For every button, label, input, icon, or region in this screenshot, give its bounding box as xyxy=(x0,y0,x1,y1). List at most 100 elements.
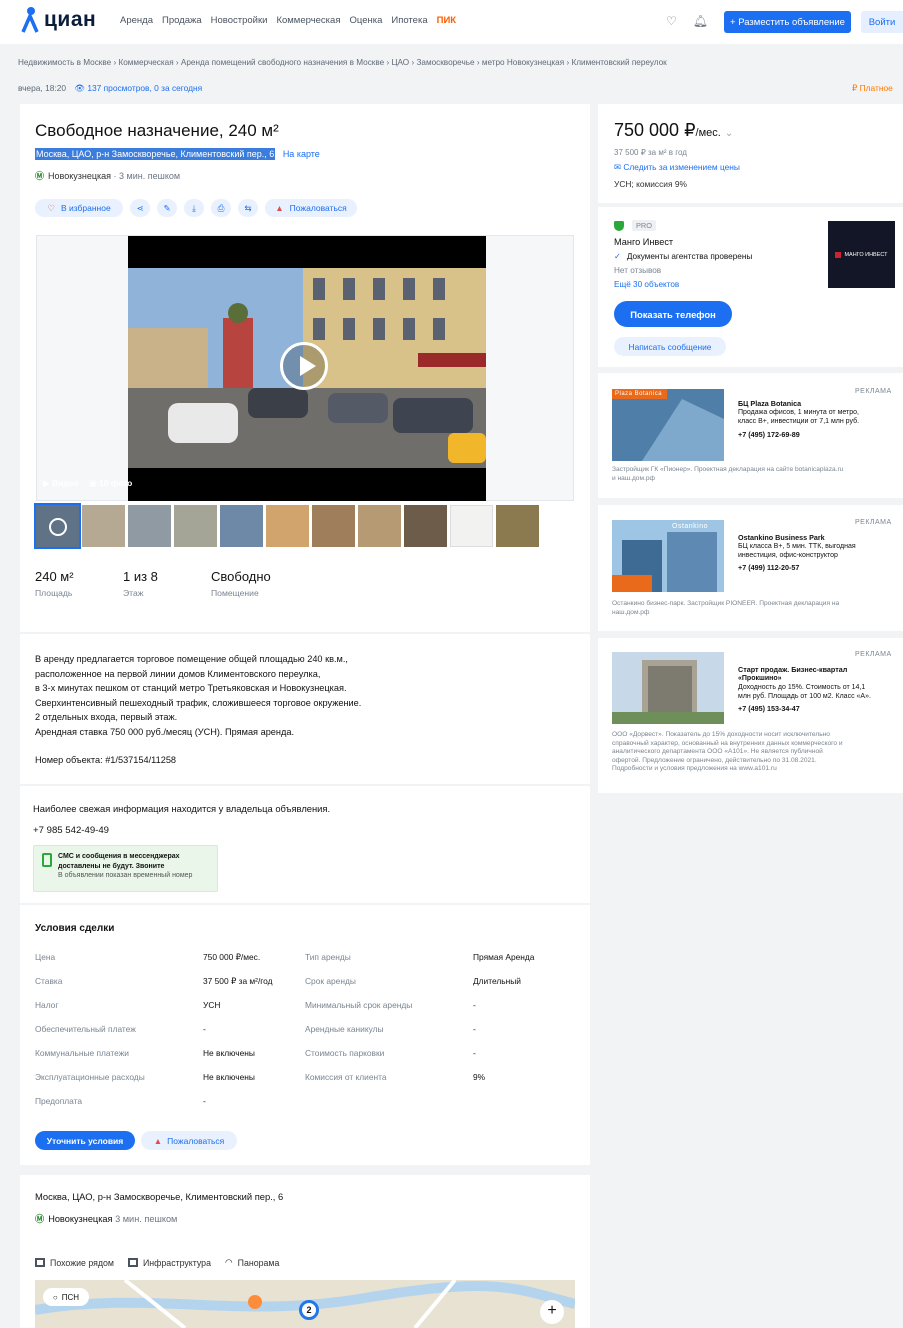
zoom-in-button[interactable]: + xyxy=(540,1300,564,1324)
ad-phone[interactable]: +7 (495) 153-34-47 xyxy=(738,704,800,713)
nav-pik[interactable]: ПИК xyxy=(437,15,456,26)
deal-value: 37 500 ₽ за м²/год xyxy=(203,976,273,986)
edit-note-button[interactable]: ✎ xyxy=(157,199,177,217)
description-line: 2 отдельных входа, первый этаж. xyxy=(35,712,178,723)
contact-phone[interactable]: +7 985 542-49-49 xyxy=(33,825,109,836)
description-line: расположенное на первой линии домов Клим… xyxy=(35,668,321,679)
deal-label: Ставка xyxy=(35,976,63,986)
map-cluster-pin[interactable]: 2 xyxy=(299,1300,319,1320)
pro-badge-row: PRO xyxy=(614,220,657,231)
thumbnail[interactable] xyxy=(220,505,263,547)
cian-logo[interactable]: циан xyxy=(20,6,96,34)
compare-button[interactable]: ⇆ xyxy=(238,199,258,217)
nav-sale[interactable]: Продажа xyxy=(162,15,202,26)
location-metro-station[interactable]: Новокузнецкая xyxy=(48,1214,112,1224)
agency-logo[interactable]: МАНГО ИНВЕСТ xyxy=(828,221,895,288)
psn-filter-chip[interactable]: ○ ПСН xyxy=(43,1288,89,1306)
compare-icon: ⇆ xyxy=(244,202,252,213)
owner-info-note: Наиболее свежая информация находится у в… xyxy=(33,803,331,814)
share-button[interactable]: ⋖ xyxy=(130,199,150,217)
post-listing-button[interactable]: + Разместить объявление xyxy=(724,11,851,33)
photos-tab[interactable]: ▣ 10 фото xyxy=(89,478,133,489)
write-message-button[interactable]: Написать сообщение xyxy=(614,337,726,356)
print-button[interactable]: ⎙ xyxy=(211,199,231,217)
thumbnail-video[interactable] xyxy=(34,503,81,549)
notifications-bell-icon[interactable]: 🔔︎ xyxy=(693,14,708,28)
deal-label: Тип аренды xyxy=(305,952,351,962)
agency-logo-text: МАНГО ИНВЕСТ xyxy=(835,251,888,258)
thumbnail[interactable] xyxy=(266,505,309,547)
thumbnail[interactable] xyxy=(358,505,401,547)
nav-valuation[interactable]: Оценка xyxy=(349,15,382,26)
clarify-terms-button[interactable]: Уточнить условия xyxy=(35,1131,135,1150)
tab-similar-nearby[interactable]: Похожие рядом xyxy=(35,1257,114,1268)
tax-commission: УСН; комиссия 9% xyxy=(614,179,687,189)
listing-meta: вчера, 18:20 👁︎ 137 просмотров, 0 за сег… xyxy=(18,83,202,94)
sms-warning-note: В объявлении показан временный номер xyxy=(58,872,193,879)
show-phone-button[interactable]: Показать телефон xyxy=(614,301,732,327)
deal-label: Комиссия от клиента xyxy=(305,1072,387,1082)
publish-date: вчера, 18:20 xyxy=(18,83,67,93)
ad-phone[interactable]: +7 (499) 112-20-57 xyxy=(738,563,799,572)
reviews-status: Нет отзывов xyxy=(614,266,662,275)
thumbnail[interactable] xyxy=(82,505,125,547)
thumbnail[interactable] xyxy=(404,505,447,547)
on-map-link[interactable]: На карте xyxy=(283,149,320,159)
nav-rent[interactable]: Аренда xyxy=(120,15,153,26)
complain-label: Пожаловаться xyxy=(167,1135,225,1146)
ad-disclaimer: наш.дом.рф xyxy=(612,608,650,616)
deal-value: 9% xyxy=(473,1072,486,1082)
deal-terms-title: Условия сделки xyxy=(35,923,115,934)
complain-button-top[interactable]: ▲ Пожаловаться xyxy=(265,199,357,217)
thumbnail[interactable] xyxy=(128,505,171,547)
price-per-meter: 37 500 ₽ за м² в год xyxy=(614,148,687,157)
more-objects-link[interactable]: Ещё 30 объектов xyxy=(614,280,679,289)
address-text[interactable]: Москва, ЦАО, р-н Замоскворечье, Клименто… xyxy=(35,148,276,160)
video-player[interactable] xyxy=(128,236,486,501)
sms-warning: СМС и сообщения в мессенджерах доставлен… xyxy=(33,845,218,892)
stat-premises: Свободно Помещение xyxy=(211,569,271,598)
nav-new-buildings[interactable]: Новостройки xyxy=(211,15,268,26)
listing-actions: ♡ В избранное ⋖ ✎ ⤓ ⎙ ⇆ ▲ Пожаловаться xyxy=(35,199,357,217)
metro-station[interactable]: Новокузнецкая xyxy=(48,171,111,181)
play-icon[interactable] xyxy=(280,342,328,390)
ad-phone[interactable]: +7 (495) 172-69-89 xyxy=(738,430,800,439)
description-line: В аренду предлагается торговое помещение… xyxy=(35,654,348,664)
agency-name[interactable]: Манго Инвест xyxy=(614,237,673,247)
deal-value: Прямая Аренда xyxy=(473,952,535,962)
views-text: 137 просмотров, 0 за сегодня xyxy=(87,83,203,93)
ad-image xyxy=(612,520,724,592)
ad-text: БЦ класса B+, 5 мин. ТТК, выгодная xyxy=(738,543,856,550)
price: 750 000 ₽/мес. ⌄ xyxy=(614,120,733,141)
thumbnail[interactable] xyxy=(312,505,355,547)
main-nav: Аренда Продажа Новостройки Коммерческая … xyxy=(120,15,456,26)
complain-button[interactable]: ▲ Пожаловаться xyxy=(141,1131,237,1150)
login-button[interactable]: Войти xyxy=(861,11,903,33)
nav-commercial[interactable]: Коммерческая xyxy=(276,15,340,26)
video-tab[interactable]: ▶ Видео xyxy=(43,478,79,489)
stat-area-value: 240 м² xyxy=(35,569,74,584)
nav-mortgage[interactable]: Ипотека xyxy=(391,15,427,26)
location-walk-time: 3 мин. пешком xyxy=(115,1214,178,1224)
stat-premises-value: Свободно xyxy=(211,569,271,584)
download-button[interactable]: ⤓ xyxy=(184,199,204,217)
stat-area-label: Площадь xyxy=(35,588,73,598)
thumbnail[interactable] xyxy=(450,505,493,547)
views-count[interactable]: 👁︎ 137 просмотров, 0 за сегодня xyxy=(74,83,202,93)
listing-address: Москва, ЦАО, р-н Замоскворечье, Клименто… xyxy=(35,148,320,163)
metro-info: Ⓜ Новокузнецкая · 3 мин. пешком xyxy=(35,169,180,182)
check-icon: ✓ xyxy=(614,252,621,261)
metro-icon: Ⓜ xyxy=(35,171,45,181)
thumbnail[interactable] xyxy=(174,505,217,547)
follow-price-link[interactable]: ✉ Следить за изменением цены xyxy=(614,162,740,172)
location-map[interactable]: ○ ПСН 2 + xyxy=(35,1280,575,1328)
breadcrumb[interactable]: Недвижимость в Москве › Коммерческая › А… xyxy=(18,58,667,67)
chevron-down-icon[interactable]: ⌄ xyxy=(725,128,733,139)
tab-panorama[interactable]: ◠ Панорама xyxy=(225,1257,279,1268)
add-favorite-button[interactable]: ♡ В избранное xyxy=(35,199,123,217)
thumbnail[interactable] xyxy=(496,505,539,547)
tab-infrastructure[interactable]: Инфраструктура xyxy=(127,1257,211,1268)
eye-icon: 👁︎ xyxy=(74,83,85,93)
favorites-heart-icon[interactable]: ♡ xyxy=(666,14,677,28)
deal-label: Предоплата xyxy=(35,1096,82,1106)
